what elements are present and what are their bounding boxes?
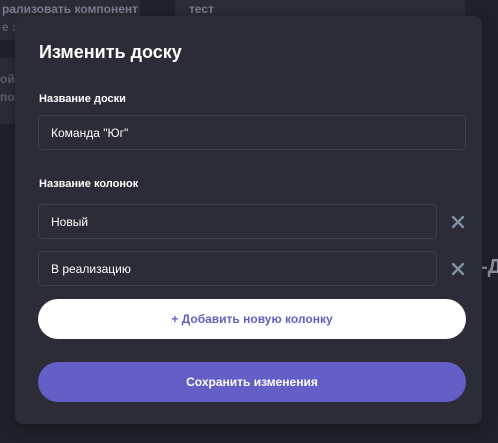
columns-label: Название колонок [39, 178, 139, 190]
edit-board-modal: Изменить доску Название доски Название к… [15, 16, 482, 424]
add-column-button[interactable]: + Добавить новую колонку [38, 299, 466, 339]
close-icon [451, 215, 465, 229]
board-name-label: Название доски [39, 93, 126, 105]
save-changes-button[interactable]: Сохранить изменения [38, 362, 466, 402]
column-name-input[interactable] [38, 204, 437, 239]
close-icon [451, 262, 465, 276]
modal-title: Изменить доску [39, 42, 182, 62]
remove-column-button[interactable] [448, 259, 468, 279]
board-name-input[interactable] [38, 115, 466, 150]
remove-column-button[interactable] [448, 212, 468, 232]
column-name-input[interactable] [38, 251, 437, 286]
